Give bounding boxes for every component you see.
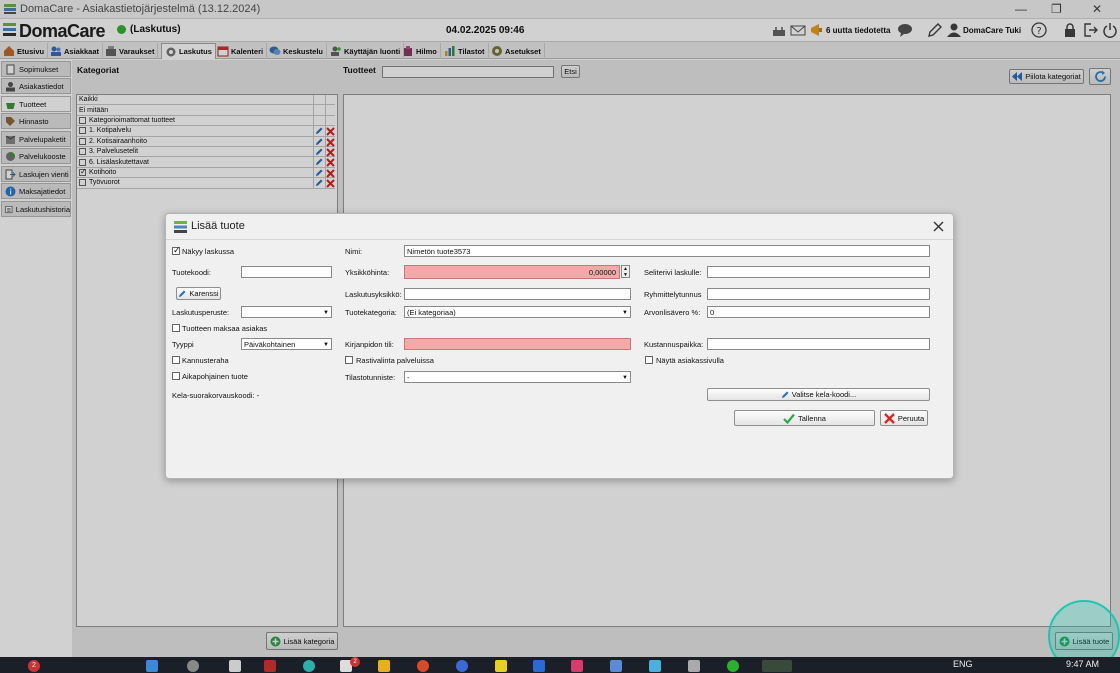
product-code-input[interactable] bbox=[241, 266, 332, 278]
dropdown-arrow-icon: ▼ bbox=[622, 375, 628, 381]
name-label: Nimi: bbox=[345, 247, 363, 256]
unit-price-spinner[interactable]: ▲ ▼ bbox=[621, 265, 630, 278]
product-code-label: Tuotekoodi: bbox=[172, 268, 211, 277]
app-icon[interactable] bbox=[264, 660, 276, 672]
task-view-icon[interactable] bbox=[229, 660, 241, 672]
service-checkbox-label: Rastivalinta palveluissa bbox=[356, 356, 434, 365]
product-category-label: Tuotekategoria: bbox=[345, 308, 397, 317]
time-based-checkbox[interactable] bbox=[172, 372, 180, 380]
invoice-explanation-label: Selite­rivi laskulle: bbox=[644, 268, 702, 277]
product-category-value: (Ei kategoriaa) bbox=[407, 308, 456, 317]
keyboard-language[interactable]: ENG bbox=[953, 659, 973, 669]
invoice-explanation-input[interactable] bbox=[707, 266, 930, 278]
type-select[interactable]: Päiväkohtainen ▼ bbox=[241, 338, 332, 350]
app-icon[interactable] bbox=[533, 660, 545, 672]
app-icon[interactable] bbox=[688, 660, 700, 672]
search-icon[interactable] bbox=[187, 660, 199, 672]
show-customer-page-checkbox[interactable] bbox=[645, 356, 653, 364]
save-label: Tallenna bbox=[798, 413, 826, 423]
cancel-x-icon bbox=[884, 412, 895, 424]
domacare-taskbar-icon[interactable] bbox=[762, 660, 792, 672]
statistics-code-label: Tilastotunniste: bbox=[345, 373, 396, 382]
billing-basis-label: Laskutusperuste: bbox=[172, 308, 230, 317]
browser-icon[interactable] bbox=[456, 660, 468, 672]
taskbar-badge-icon[interactable]: 2 bbox=[28, 660, 40, 672]
taskbar-clock[interactable]: 9:47 AM bbox=[1066, 659, 1099, 669]
app-icon[interactable] bbox=[610, 660, 622, 672]
vat-input[interactable]: 0 bbox=[707, 306, 930, 318]
cost-center-input[interactable] bbox=[707, 338, 930, 350]
billing-basis-select[interactable]: ▼ bbox=[241, 306, 332, 318]
cancel-label: Peruuta bbox=[897, 413, 925, 423]
type-label: Tyyppi bbox=[172, 340, 194, 349]
taskbar-badge-icon: 2 bbox=[350, 657, 360, 667]
billing-unit-label: Laskutusyksikkö: bbox=[345, 290, 402, 299]
os-taskbar: 2 2 ENG 9:47 AM bbox=[0, 657, 1120, 673]
show-customer-page-label: Näytä asiakassivulla bbox=[656, 356, 724, 365]
app-icon[interactable] bbox=[727, 660, 739, 672]
dialog-title: Lisää tuote bbox=[191, 220, 245, 232]
dialog-header: Lisää tuote bbox=[166, 214, 953, 240]
dropdown-arrow-icon: ▼ bbox=[323, 342, 329, 348]
visible-on-invoice-checkbox[interactable] bbox=[172, 245, 181, 256]
incentive-checkbox[interactable] bbox=[172, 356, 180, 364]
ledger-account-label: Kirjanpidon tili: bbox=[345, 340, 394, 349]
vat-label: Arvonlisävero %: bbox=[644, 308, 701, 317]
time-based-label: Aikapohjainen tuote bbox=[182, 372, 248, 381]
statistics-code-select[interactable]: - ▼ bbox=[404, 371, 631, 383]
ledger-account-input[interactable] bbox=[404, 338, 631, 350]
app-icon[interactable] bbox=[571, 660, 583, 672]
unit-price-input[interactable]: 0,00000 bbox=[404, 265, 620, 279]
select-kela-label: Valitse kela-koodi... bbox=[791, 390, 857, 399]
statistics-code-value: - bbox=[407, 373, 410, 382]
name-input[interactable]: Nimetön tuote3573 bbox=[404, 245, 930, 257]
exemption-button[interactable]: Karenssi bbox=[176, 287, 221, 300]
customer-pays-label: Tuotteen maksaa asiakas bbox=[182, 324, 268, 333]
pencil-icon bbox=[781, 391, 789, 398]
check-icon bbox=[783, 413, 795, 424]
pencil-icon bbox=[179, 290, 186, 297]
dropdown-arrow-icon: ▼ bbox=[622, 310, 628, 316]
cancel-button[interactable]: Peruuta bbox=[880, 410, 928, 426]
cost-center-label: Kustannuspaikka: bbox=[644, 340, 704, 349]
incentive-label: Kannusteraha bbox=[182, 356, 229, 365]
service-checkbox[interactable] bbox=[345, 356, 353, 364]
notes-icon[interactable] bbox=[495, 660, 507, 672]
windows-start-icon[interactable] bbox=[146, 660, 158, 672]
close-dialog-icon[interactable] bbox=[933, 221, 944, 232]
billing-unit-input[interactable] bbox=[404, 288, 631, 300]
select-kela-code-button[interactable]: Valitse kela-koodi... bbox=[707, 388, 930, 401]
unit-price-label: Yksikköhinta: bbox=[345, 268, 390, 277]
kela-code-text: Kela-suorakorvauskoodi: - bbox=[172, 391, 260, 400]
dropdown-arrow-icon: ▼ bbox=[323, 310, 329, 316]
folder-icon[interactable] bbox=[378, 660, 390, 672]
group-id-input[interactable] bbox=[707, 288, 930, 300]
app-icon[interactable] bbox=[649, 660, 661, 672]
app-icon[interactable] bbox=[303, 660, 315, 672]
save-button[interactable]: Tallenna bbox=[734, 410, 875, 426]
mail-app-icon[interactable] bbox=[417, 660, 429, 672]
product-category-select[interactable]: (Ei kategoriaa) ▼ bbox=[404, 306, 631, 318]
add-product-dialog: Lisää tuote Näkyy laskussa Tuotekoodi: K… bbox=[165, 213, 954, 479]
customer-pays-checkbox[interactable] bbox=[172, 324, 180, 332]
exemption-label: Karenssi bbox=[189, 289, 219, 298]
visible-on-invoice-label: Näkyy laskussa bbox=[182, 247, 235, 256]
group-id-label: Ryhmittelytunnus bbox=[644, 290, 702, 299]
type-value: Päiväkohtainen bbox=[244, 340, 296, 349]
dialog-logo-icon bbox=[174, 221, 187, 233]
